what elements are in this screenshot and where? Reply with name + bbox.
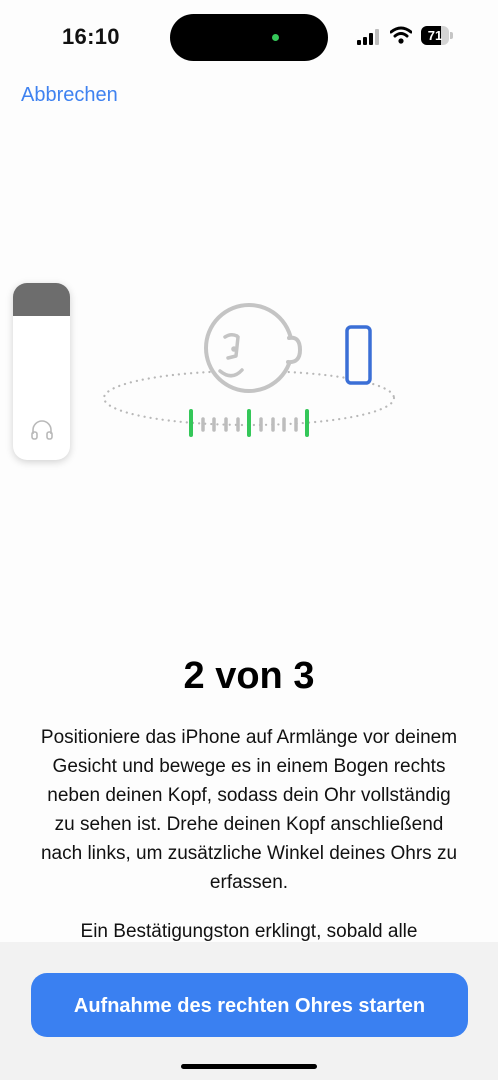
ear-scan-illustration xyxy=(102,303,396,437)
status-bar: 16:10 71 xyxy=(0,0,498,72)
step-description: Positioniere das iPhone auf Armlänge vor… xyxy=(40,727,458,893)
status-time: 16:10 xyxy=(62,24,120,49)
camera-indicator-dot xyxy=(272,34,279,41)
start-right-ear-capture-button[interactable]: Aufnahme des rechten Ohres starten xyxy=(31,973,468,1037)
battery-icon: 71 xyxy=(421,26,455,45)
cellular-signal-icon xyxy=(357,29,379,45)
battery-level: 71 xyxy=(427,28,443,43)
home-indicator[interactable] xyxy=(181,1064,317,1069)
cancel-button[interactable]: Abbrechen xyxy=(21,84,118,107)
phone-outline-icon xyxy=(345,325,372,385)
dynamic-island xyxy=(170,14,328,61)
wifi-icon xyxy=(390,26,412,44)
scan-progress-ticks xyxy=(189,409,309,437)
face-outline-icon xyxy=(204,303,303,393)
step-title: 2 von 3 xyxy=(183,655,315,697)
